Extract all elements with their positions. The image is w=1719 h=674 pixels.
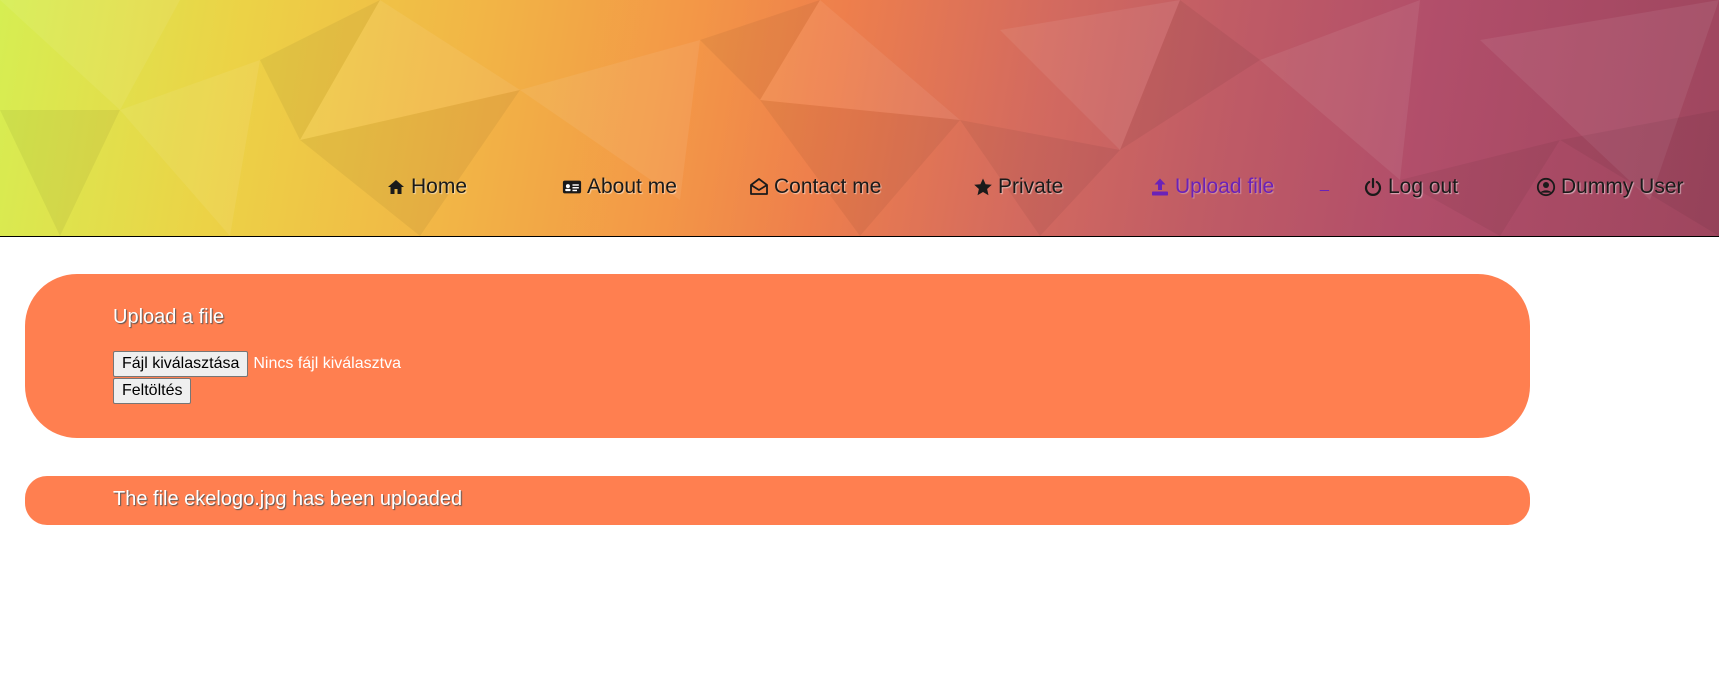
- submit-row: Feltöltés: [113, 378, 192, 404]
- nav-private-label: Private: [998, 175, 1064, 198]
- upload-icon: [1152, 178, 1168, 196]
- nav-home[interactable]: Home: [386, 172, 467, 202]
- header-banner: Home About me Contact me Private Upload …: [0, 0, 1719, 237]
- nav-contact[interactable]: Contact me: [749, 172, 881, 202]
- power-icon: [1364, 177, 1382, 196]
- nav-about-label: About me: [587, 175, 677, 198]
- nav-private[interactable]: Private: [973, 172, 1063, 202]
- upload-card: Upload a file Fájl kiválasztása Nincs fá…: [25, 274, 1530, 438]
- nav-logout-label: Log out: [1388, 175, 1459, 198]
- star-icon: [974, 178, 992, 196]
- choose-file-button[interactable]: Fájl kiválasztása: [113, 351, 249, 377]
- upload-submit-button[interactable]: Feltöltés: [113, 378, 192, 404]
- home-icon: [388, 180, 404, 194]
- nav-home-label: Home: [411, 175, 468, 198]
- user-circle-icon: [1536, 177, 1556, 197]
- nav-user[interactable]: Dummy User: [1536, 172, 1684, 202]
- nav-logout[interactable]: Log out: [1363, 172, 1458, 202]
- stray-underscore-link[interactable]: _: [1320, 175, 1329, 195]
- upload-message-card: The file ekelogo.jpg has been uploaded: [25, 476, 1530, 525]
- no-file-text: Nincs fájl kiválasztva: [253, 355, 401, 372]
- nav-about[interactable]: About me: [562, 172, 677, 202]
- nav-contact-label: Contact me: [774, 175, 882, 198]
- id-card-icon: [562, 180, 582, 194]
- nav-upload[interactable]: Upload file: [1150, 172, 1274, 202]
- upload-title: Upload a file: [113, 306, 225, 328]
- upload-success-message: The file ekelogo.jpg has been uploaded: [113, 488, 463, 510]
- envelope-open-icon: [750, 178, 768, 195]
- file-input-row: Fájl kiválasztása Nincs fájl kiválasztva: [113, 351, 401, 377]
- nav-user-label: Dummy User: [1561, 175, 1684, 198]
- nav-upload-label: Upload file: [1175, 175, 1275, 198]
